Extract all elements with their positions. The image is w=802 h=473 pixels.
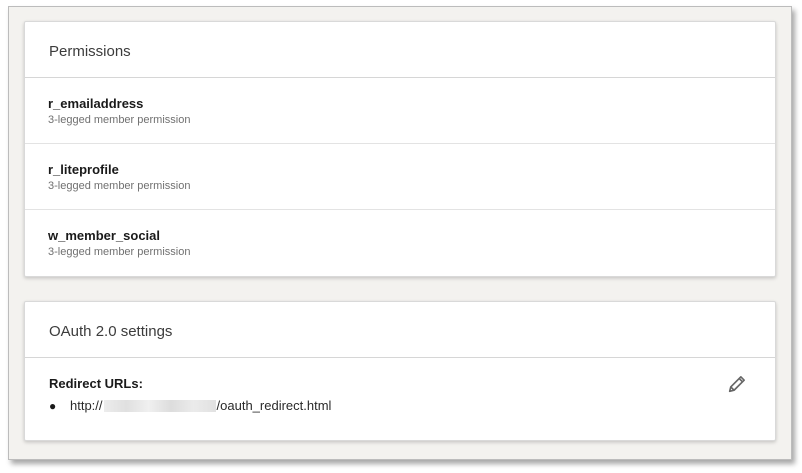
oauth-settings-body: Redirect URLs: ● http:// /oauth_redirect… [25,358,775,414]
permission-item-r-emailaddress: r_emailaddress 3-legged member permissio… [25,78,775,144]
pencil-icon [728,376,745,393]
oauth-settings-header: OAuth 2.0 settings [25,302,775,358]
permission-name: r_liteprofile [48,162,119,177]
permission-description: 3-legged member permission [48,180,191,192]
oauth-settings-title: OAuth 2.0 settings [49,323,173,340]
permission-description: 3-legged member permission [48,246,191,258]
redirect-url-prefix: http:// [70,398,103,413]
permissions-card: Permissions r_emailaddress 3-legged memb… [24,21,776,277]
oauth-settings-card: OAuth 2.0 settings Redirect URLs: ● http… [24,301,776,441]
permission-name: w_member_social [48,228,161,243]
permission-name: r_emailaddress [48,96,144,111]
screenshot-frame: Permissions r_emailaddress 3-legged memb… [8,6,792,460]
redirect-urls-label: Redirect URLs: [49,376,143,391]
permission-item-r-liteprofile: r_liteprofile 3-legged member permission [25,144,775,210]
redirect-url-path: /oauth_redirect.html [216,398,332,413]
redacted-host [103,400,216,412]
permissions-title: Permissions [49,43,131,60]
permissions-list: r_emailaddress 3-legged member permissio… [25,78,775,276]
list-bullet: ● [49,399,57,413]
permission-item-w-member-social: w_member_social 3-legged member permissi… [25,210,775,276]
permissions-header: Permissions [25,22,775,78]
permission-description: 3-legged member permission [48,114,191,126]
edit-redirect-urls-button[interactable] [725,372,749,396]
redirect-url-item: ● http:// /oauth_redirect.html [49,398,775,414]
